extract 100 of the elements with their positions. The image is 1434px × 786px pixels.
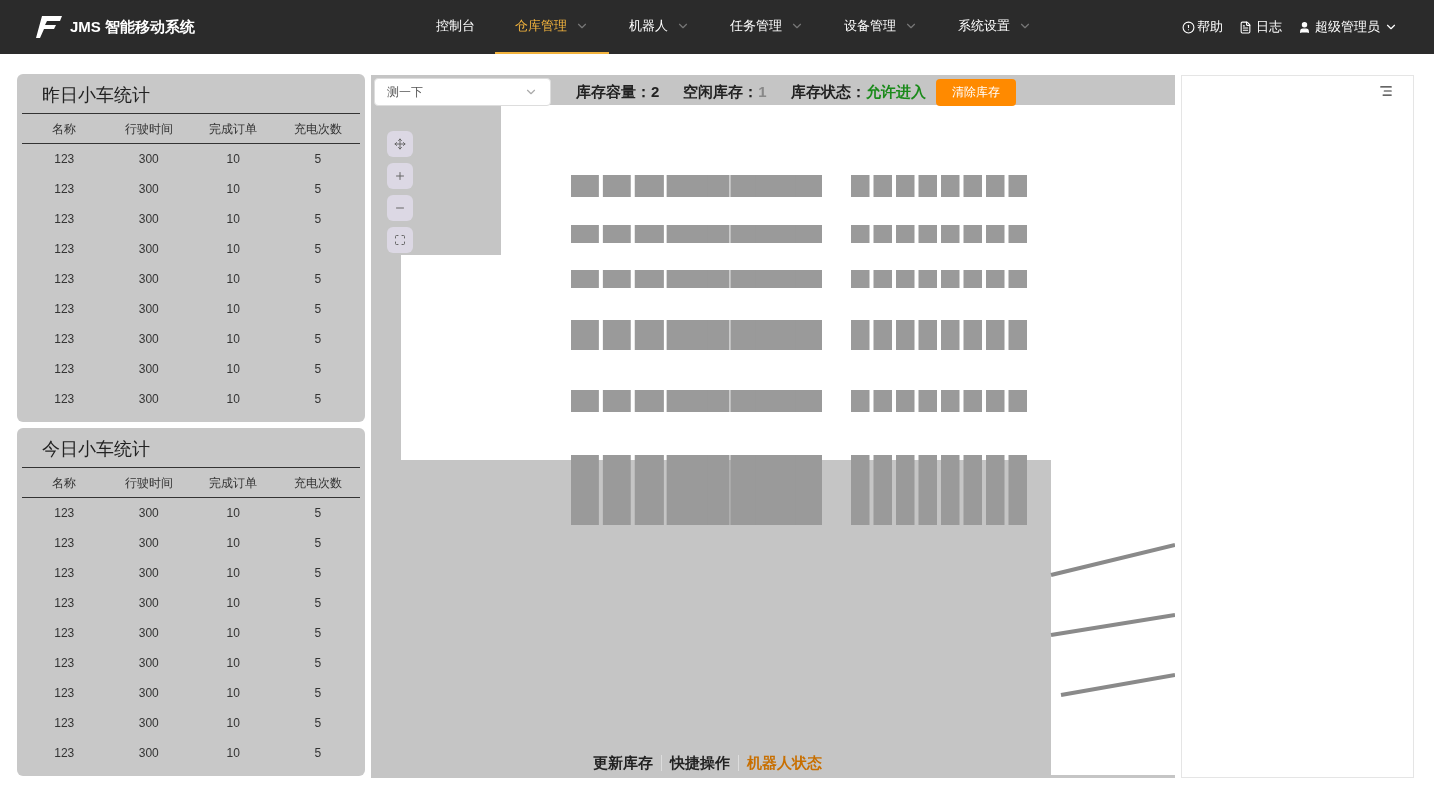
stat-value: 允许进入 xyxy=(865,81,926,102)
table-cell-text: 10 xyxy=(225,685,241,702)
table-cell-text: 123 xyxy=(53,655,76,672)
table-cell-text: 5 xyxy=(313,361,323,378)
table-cell-text: 10 xyxy=(225,151,241,168)
table-cell-text: 300 xyxy=(137,301,160,318)
table-cell-text: 123 xyxy=(53,211,76,228)
card-title: 昨日小车统计 xyxy=(22,82,360,114)
nav-tab[interactable]: 任务管理 xyxy=(710,0,824,54)
table-cell-text: 10 xyxy=(225,361,241,378)
zoom-out-button[interactable] xyxy=(387,195,413,221)
table-cell-text: 10 xyxy=(225,745,241,762)
table-cell-text: 5 xyxy=(313,745,323,762)
column-header: 名称 xyxy=(51,474,78,492)
table-cell-text: 123 xyxy=(53,241,76,258)
table-cell-text: 10 xyxy=(225,271,241,288)
table-cell-text: 5 xyxy=(313,331,323,348)
table-cell-text: 300 xyxy=(137,685,160,702)
table-cell-text: 300 xyxy=(137,505,160,522)
table-cell-text: 5 xyxy=(313,301,323,318)
table-cell-text: 5 xyxy=(313,715,323,732)
table-cell-text: 10 xyxy=(225,331,241,348)
user-icon xyxy=(1298,20,1311,34)
table-cell-text: 5 xyxy=(313,565,323,582)
stat-label: 空闲库存： xyxy=(683,81,759,102)
table-cell-text: 123 xyxy=(53,181,76,198)
nav-tab[interactable]: 机器人 xyxy=(609,0,710,54)
table-cell-text: 5 xyxy=(313,241,323,258)
zoom-in-icon xyxy=(394,170,406,182)
column-header: 充电次数 xyxy=(292,474,343,492)
table-cell-text: 123 xyxy=(53,331,76,348)
table-cell-text: 300 xyxy=(137,595,160,612)
zoom-in-button[interactable] xyxy=(387,163,413,189)
table-cell-text: 123 xyxy=(53,595,76,612)
fullscreen-button[interactable] xyxy=(387,227,413,253)
help-link[interactable]: 帮助 xyxy=(1182,17,1223,37)
document-icon xyxy=(1239,20,1252,34)
table-cell-text: 300 xyxy=(137,715,160,732)
table-cell-text: 300 xyxy=(137,211,160,228)
table-cell-text: 10 xyxy=(225,565,241,582)
table-cell-text: 5 xyxy=(313,505,323,522)
table-cell-text: 300 xyxy=(137,361,160,378)
table-cell-text: 123 xyxy=(53,505,76,522)
table-cell-text: 123 xyxy=(53,151,76,168)
nav-tab[interactable]: 系统设置 xyxy=(938,0,1052,54)
table-cell-text: 123 xyxy=(53,565,76,582)
bottom-tab[interactable]: 快捷操作 xyxy=(670,751,730,774)
column-header: 行驶时间 xyxy=(123,474,174,492)
table-cell-text: 300 xyxy=(137,565,160,582)
table-cell-text: 300 xyxy=(137,625,160,642)
table-cell-text: 5 xyxy=(313,271,323,288)
table-cell-text: 123 xyxy=(53,715,76,732)
table-cell-text: 5 xyxy=(313,181,323,198)
map-select[interactable]: 测一下 xyxy=(374,78,551,106)
bottom-tab[interactable]: 更新库存 xyxy=(593,751,653,774)
stat-value: 1 xyxy=(758,81,767,102)
menu-icon[interactable] xyxy=(1379,84,1393,98)
logo-icon xyxy=(36,16,62,38)
table-cell-text: 123 xyxy=(53,271,76,288)
column-header: 名称 xyxy=(51,120,78,138)
table-cell-text: 10 xyxy=(225,301,241,318)
move-button[interactable] xyxy=(387,131,413,157)
table-cell-text: 300 xyxy=(137,181,160,198)
table-cell-text: 10 xyxy=(225,655,241,672)
table-cell-text: 300 xyxy=(137,331,160,348)
table-cell-text: 5 xyxy=(313,595,323,612)
table-cell-text: 123 xyxy=(53,685,76,702)
table-cell-text: 300 xyxy=(137,745,160,762)
fullscreen-icon xyxy=(394,234,406,246)
log-link[interactable]: 日志 xyxy=(1239,17,1282,37)
stat-value: 2 xyxy=(651,81,660,102)
table-cell-text: 5 xyxy=(313,535,323,552)
table-cell-text: 300 xyxy=(137,391,160,408)
table-cell-text: 10 xyxy=(225,211,241,228)
table-cell-text: 5 xyxy=(313,211,323,228)
table-cell-text: 10 xyxy=(225,181,241,198)
nav-tab[interactable]: 仓库管理 xyxy=(495,0,609,54)
user-menu[interactable]: 超级管理员 xyxy=(1298,17,1398,37)
nav-tab[interactable]: 控制台 xyxy=(416,0,495,54)
table-cell-text: 5 xyxy=(313,655,323,672)
stat-label: 库存容量： xyxy=(576,81,651,102)
table-cell-text: 5 xyxy=(313,685,323,702)
table-cell-text: 123 xyxy=(53,535,76,552)
column-header: 完成订单 xyxy=(208,474,259,492)
table-cell-text: 300 xyxy=(137,271,160,288)
table-cell-text: 300 xyxy=(137,655,160,672)
table-cell-text: 123 xyxy=(53,301,76,318)
table-cell-text: 5 xyxy=(313,391,323,408)
app-title: JMS 智能移动系统 xyxy=(70,16,196,37)
info-icon xyxy=(1182,20,1195,34)
table-cell-text: 10 xyxy=(225,595,241,612)
column-header: 行驶时间 xyxy=(123,120,174,138)
table-cell-text: 5 xyxy=(313,151,323,168)
table-cell-text: 10 xyxy=(225,625,241,642)
table-cell-text: 10 xyxy=(225,505,241,522)
nav-tab[interactable]: 设备管理 xyxy=(824,0,938,54)
table-cell-text: 300 xyxy=(137,241,160,258)
table-cell-text: 300 xyxy=(137,535,160,552)
column-header: 完成订单 xyxy=(208,120,259,138)
table-cell-text: 5 xyxy=(313,625,323,642)
